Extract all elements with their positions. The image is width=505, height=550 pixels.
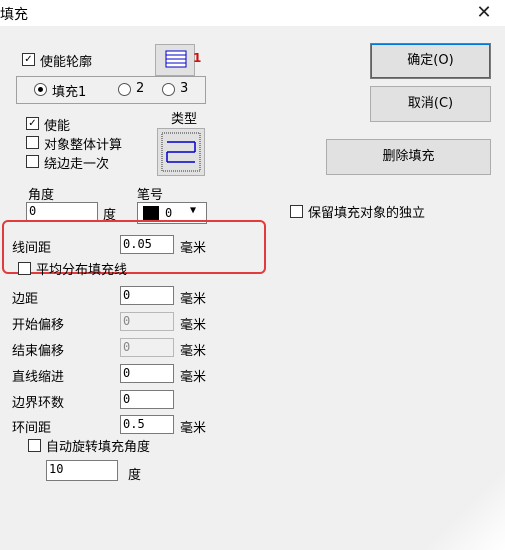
close-icon[interactable]: ✕ <box>470 0 498 26</box>
line-spacing-unit: 毫米 <box>180 241 207 256</box>
start-offset-unit: 毫米 <box>180 318 207 333</box>
pen-value: 0 <box>165 206 173 220</box>
radio-fill2-label: 2 <box>136 81 145 96</box>
line-indent-unit: 毫米 <box>180 370 207 385</box>
whole-calc-checkbox[interactable] <box>26 136 39 149</box>
angle-input[interactable]: 0 <box>26 202 98 221</box>
corner-fade <box>420 470 505 550</box>
title-bar <box>0 0 505 26</box>
loop-count-label: 边界环数 <box>12 396 65 411</box>
end-offset-label: 结束偏移 <box>12 344 65 359</box>
radio-fill1[interactable] <box>34 83 47 96</box>
window-title: 填充 <box>0 7 28 23</box>
ring-spacing-label: 环间距 <box>12 421 52 436</box>
angle-label: 角度 <box>28 188 55 203</box>
edge-once-label: 绕边走一次 <box>44 157 110 172</box>
chevron-down-icon[interactable]: ▼ <box>190 205 196 216</box>
rotate-angle-unit: 度 <box>128 468 142 483</box>
radio-fill1-label: 填充1 <box>52 85 87 100</box>
ok-button[interactable]: 确定(O) <box>370 43 491 79</box>
enable-label: 使能 <box>44 119 71 134</box>
margin-unit: 毫米 <box>180 292 207 307</box>
delete-fill-button[interactable]: 删除填充 <box>326 139 491 175</box>
even-distribute-checkbox[interactable] <box>18 262 31 275</box>
fill-type-pattern-icon <box>161 132 201 172</box>
start-offset-label: 开始偏移 <box>12 318 65 333</box>
pen-color-swatch <box>143 206 159 220</box>
line-indent-input[interactable]: 0 <box>120 364 174 383</box>
loop-count-input[interactable]: 0 <box>120 390 174 409</box>
even-distribute-label: 平均分布填充线 <box>36 263 128 278</box>
enable-contour-checkbox[interactable]: ✓ <box>22 53 35 66</box>
start-offset-input: 0 <box>120 312 174 331</box>
radio-fill3[interactable] <box>162 83 175 96</box>
hatch-lines-icon <box>165 50 187 68</box>
radio-fill2[interactable] <box>118 83 131 96</box>
pen-label: 笔号 <box>137 188 164 203</box>
enable-checkbox[interactable]: ✓ <box>26 117 39 130</box>
end-offset-input: 0 <box>120 338 174 357</box>
cancel-button[interactable]: 取消(C) <box>370 86 491 122</box>
enable-contour-label: 使能轮廓 <box>40 55 93 70</box>
keep-independent-checkbox[interactable] <box>290 205 303 218</box>
fill-type-button[interactable] <box>157 128 205 176</box>
contour-pen-badge: 1 <box>193 51 202 65</box>
end-offset-unit: 毫米 <box>180 344 207 359</box>
margin-label: 边距 <box>12 292 39 307</box>
ring-spacing-input[interactable]: 0.5 <box>120 415 174 434</box>
auto-rotate-checkbox[interactable] <box>28 439 41 452</box>
whole-calc-label: 对象整体计算 <box>44 138 123 153</box>
radio-fill3-label: 3 <box>180 81 189 96</box>
line-spacing-input[interactable]: 0.05 <box>120 235 174 254</box>
edge-once-checkbox[interactable] <box>26 155 39 168</box>
line-spacing-label: 线间距 <box>12 241 52 256</box>
line-indent-label: 直线缩进 <box>12 370 65 385</box>
auto-rotate-label: 自动旋转填充角度 <box>46 440 151 455</box>
margin-input[interactable]: 0 <box>120 286 174 305</box>
rotate-angle-input[interactable]: 10 <box>46 460 118 481</box>
ring-spacing-unit: 毫米 <box>180 421 207 436</box>
contour-pen-button[interactable] <box>155 44 195 76</box>
keep-independent-label: 保留填充对象的独立 <box>308 206 426 221</box>
type-label: 类型 <box>171 112 198 127</box>
